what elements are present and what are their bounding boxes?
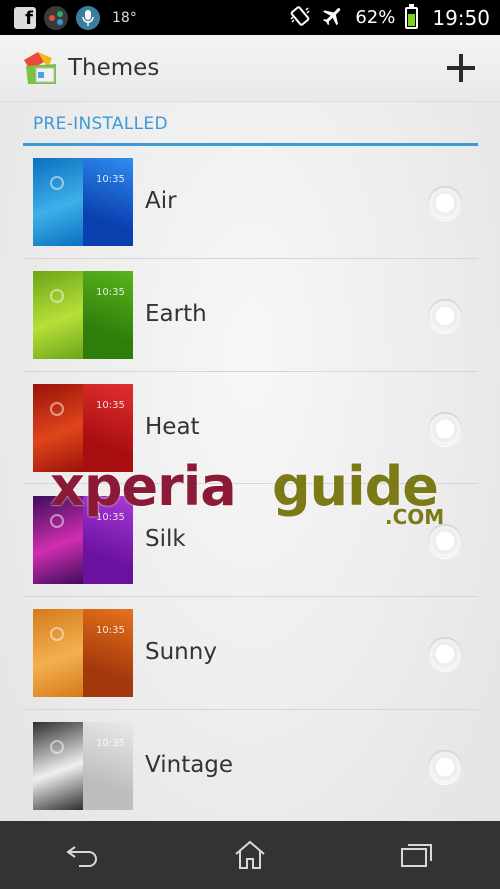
section-header-preinstalled: PRE-INSTALLED: [23, 110, 478, 146]
section-label: PRE-INSTALLED: [33, 114, 168, 134]
theme-row-heat[interactable]: 10:35 Heat: [23, 372, 478, 485]
microphone-icon: [76, 5, 100, 30]
temperature-text: 18°: [112, 9, 137, 26]
back-button[interactable]: [53, 830, 113, 880]
theme-row-air[interactable]: 10:35 Air: [23, 146, 478, 259]
lock-icon: [50, 627, 64, 642]
theme-radio-button[interactable]: [428, 749, 462, 784]
theme-name: Sunny: [145, 639, 217, 666]
theme-radio-button[interactable]: [428, 411, 462, 446]
theme-row-sunny[interactable]: 10:35 Sunny: [23, 597, 478, 710]
thumbnail-clock: 10:35: [96, 512, 125, 524]
home-icon: [235, 840, 265, 869]
lock-icon: [50, 401, 64, 416]
theme-name: Heat: [145, 413, 200, 440]
theme-radio-button[interactable]: [428, 524, 462, 559]
theme-radio-button[interactable]: [428, 298, 462, 333]
theme-thumbnail: 10:35: [33, 496, 133, 585]
theme-row-vintage[interactable]: 10:35 Vintage: [23, 710, 478, 823]
status-bar: f 18° 62% 19:50: [0, 0, 500, 35]
theme-radio-button[interactable]: [428, 186, 462, 220]
theme-name: Vintage: [145, 751, 234, 778]
home-button[interactable]: [220, 830, 280, 880]
theme-name: Silk: [145, 526, 186, 553]
thumbnail-clock: 10:35: [96, 174, 125, 185]
theme-row-silk[interactable]: 10:35 Silk: [23, 484, 478, 598]
theme-thumbnail: 10:35: [33, 609, 133, 698]
theme-list: 10:35 Air 10:35 Earth 10:35 Heat 10:35 Silk 10:3…: [23, 146, 478, 823]
theme-row-earth[interactable]: 10:35 Earth: [23, 259, 478, 372]
facebook-icon: f: [14, 6, 36, 29]
theme-thumbnail: 10:35: [33, 158, 133, 246]
navigation-bar: [0, 821, 500, 889]
recent-apps-button[interactable]: [387, 830, 447, 880]
battery-icon: [405, 3, 419, 29]
recent-apps-icon: [400, 844, 432, 867]
page-title: Themes: [68, 55, 160, 81]
vibrate-icon: [289, 5, 311, 31]
notification-dots-icon: [44, 5, 68, 30]
thumbnail-clock: 10:35: [96, 286, 125, 298]
thumbnail-clock: 10:35: [96, 625, 125, 637]
thumbnail-clock: 10:35: [96, 737, 125, 749]
airplane-mode-icon: [321, 4, 345, 32]
theme-radio-button[interactable]: [428, 637, 462, 672]
themes-app-icon[interactable]: [22, 50, 58, 86]
clock-time: 19:50: [432, 5, 490, 30]
add-theme-button[interactable]: [444, 51, 478, 85]
theme-thumbnail: 10:35: [33, 383, 133, 472]
theme-thumbnail: 10:35: [33, 721, 133, 810]
action-bar: Themes: [0, 35, 500, 102]
lock-icon: [50, 176, 64, 190]
battery-percent: 62%: [355, 7, 396, 28]
lock-icon: [50, 739, 64, 754]
theme-name: Air: [145, 188, 177, 214]
themes-screen: f 18° 62% 19:50 Themes PRE-INSTALLED 10:…: [0, 0, 500, 889]
lock-icon: [50, 288, 64, 303]
theme-thumbnail: 10:35: [33, 270, 133, 359]
theme-name: Earth: [145, 300, 207, 327]
thumbnail-clock: 10:35: [96, 399, 125, 411]
lock-icon: [50, 514, 64, 529]
back-icon: [66, 846, 98, 867]
